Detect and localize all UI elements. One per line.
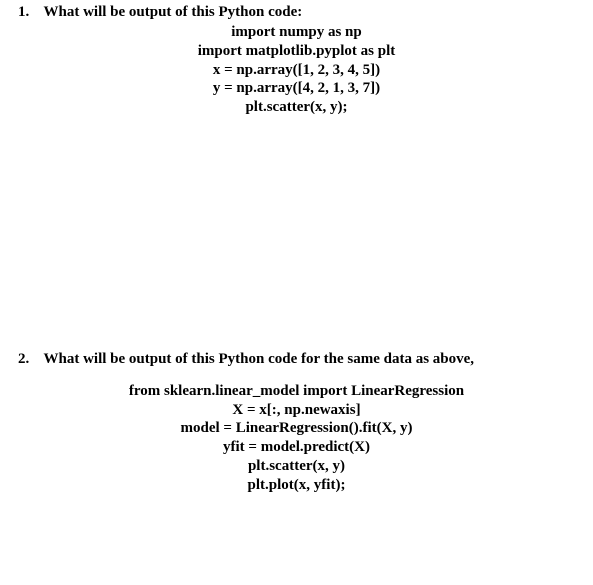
code-line: x = np.array([1, 2, 3, 4, 5]) xyxy=(18,61,575,80)
question-1-code-block: import numpy as np import matplotlib.pyp… xyxy=(18,23,575,117)
question-2-number: 2. xyxy=(18,351,40,368)
code-line: model = LinearRegression().fit(X, y) xyxy=(18,419,575,438)
question-2-code-block: from sklearn.linear_model import LinearR… xyxy=(18,382,575,495)
code-line: plt.scatter(x, y); xyxy=(18,98,575,117)
question-1-prompt: What will be output of this Python code: xyxy=(43,4,302,20)
code-line: import numpy as np xyxy=(18,23,575,42)
code-line: from sklearn.linear_model import LinearR… xyxy=(18,382,575,401)
code-line: plt.scatter(x, y) xyxy=(18,457,575,476)
blank-space xyxy=(18,125,575,351)
question-2-prompt-line: 2. What will be output of this Python co… xyxy=(18,351,575,368)
question-1-number: 1. xyxy=(18,4,40,21)
code-line: X = x[:, np.newaxis] xyxy=(18,401,575,420)
question-2: 2. What will be output of this Python co… xyxy=(18,351,575,495)
code-line: y = np.array([4, 2, 1, 3, 7]) xyxy=(18,79,575,98)
question-2-prompt: What will be output of this Python code … xyxy=(43,351,474,367)
code-line: import matplotlib.pyplot as plt xyxy=(18,42,575,61)
document-body: 1. What will be output of this Python co… xyxy=(0,0,593,494)
question-1-prompt-line: 1. What will be output of this Python co… xyxy=(18,4,575,21)
code-line: plt.plot(x, yfit); xyxy=(18,476,575,495)
code-line: yfit = model.predict(X) xyxy=(18,438,575,457)
question-1: 1. What will be output of this Python co… xyxy=(18,4,575,117)
